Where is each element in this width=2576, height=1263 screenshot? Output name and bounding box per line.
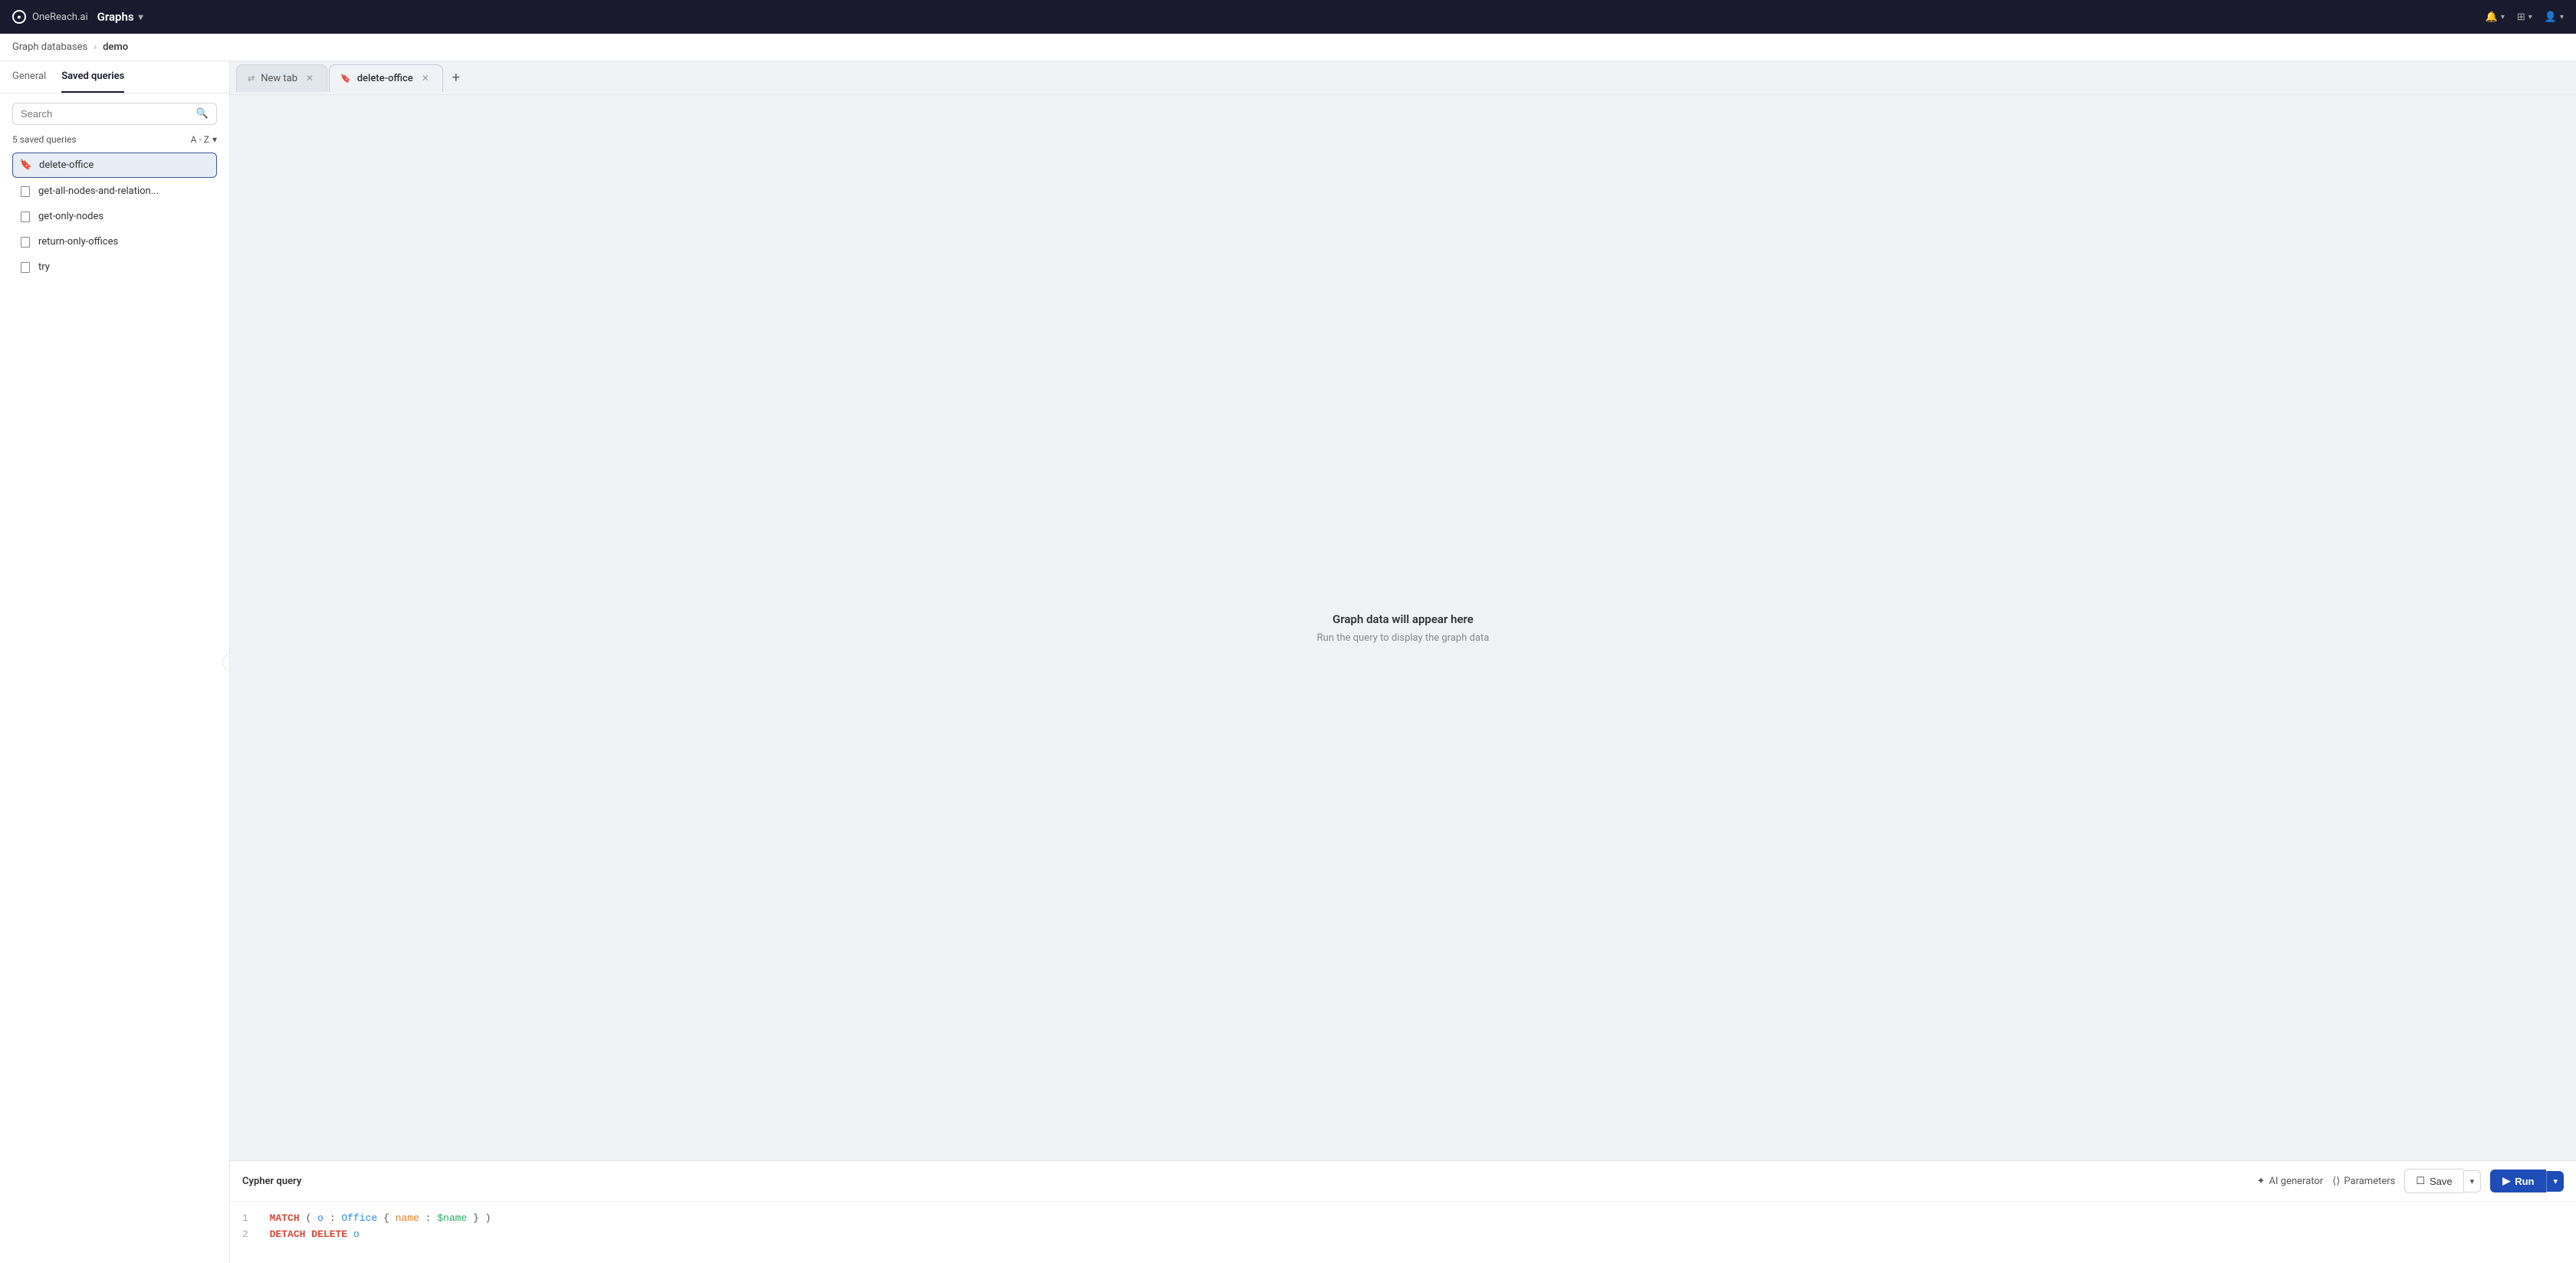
queries-count: 5 saved queries <box>12 134 77 145</box>
search-input[interactable] <box>21 108 196 120</box>
graph-area: Graph data will appear here Run the quer… <box>230 95 2576 1160</box>
user-menu-button[interactable]: 👤 ▾ <box>2545 11 2564 23</box>
sidebar: General Saved queries 🔍 5 saved queries … <box>0 61 230 1263</box>
apps-button[interactable]: ⊞ ▾ <box>2517 11 2532 23</box>
doc-icon-2 <box>20 237 31 248</box>
sort-button[interactable]: A - Z ▾ <box>191 134 217 145</box>
sort-dropdown-icon: ▾ <box>212 134 217 145</box>
add-tab-button[interactable]: + <box>445 67 468 90</box>
code-line-1: 1 MATCH ( o : Office { name : $name } ) <box>242 1211 2564 1227</box>
doc-icon-1 <box>20 212 31 222</box>
tab-general[interactable]: General <box>12 61 46 93</box>
tab-new-tab[interactable]: ⇄ New tab ✕ <box>236 64 327 92</box>
ai-icon: ✦ <box>2257 1176 2266 1187</box>
query-item-delete-office[interactable]: 🔖 delete-office <box>12 153 217 178</box>
sidebar-content: 🔍 5 saved queries A - Z ▾ 🔖 delete-offic… <box>0 93 229 1263</box>
save-button-group: ☐ Save ▾ <box>2404 1169 2481 1193</box>
query-item-get-all-nodes[interactable]: get-all-nodes-and-relation... <box>12 179 217 203</box>
doc-icon-3 <box>20 262 31 273</box>
content-area: ⇄ New tab ✕ 🔖 delete-office ✕ + Graph da… <box>230 61 2576 1263</box>
cypher-actions: ✦ AI generator ⟨⟩ Parameters ☐ Save ▾ <box>2257 1169 2564 1193</box>
app-title: Graphs ▾ <box>97 10 143 24</box>
topnav: ● OneReach.ai Graphs ▾ 🔔 ▾ ⊞ ▾ 👤 ▾ <box>0 0 2576 34</box>
graph-placeholder-title: Graph data will appear here <box>1332 612 1474 626</box>
run-button[interactable]: ▶ Run <box>2490 1170 2546 1192</box>
save-icon: ☐ <box>2416 1175 2425 1187</box>
share-icon: ⇄ <box>248 74 255 84</box>
queries-header: 5 saved queries A - Z ▾ <box>12 134 217 145</box>
breadcrumb-separator: › <box>94 41 97 53</box>
breadcrumb-current: demo <box>103 41 128 53</box>
cypher-title: Cypher query <box>242 1176 301 1187</box>
doc-icon-0 <box>20 186 31 197</box>
close-new-tab-button[interactable]: ✕ <box>304 72 316 84</box>
tab-saved-queries[interactable]: Saved queries <box>61 61 124 93</box>
main-layout: General Saved queries 🔍 5 saved queries … <box>0 61 2576 1263</box>
search-box: 🔍 <box>12 103 217 125</box>
parameters-button[interactable]: ⟨⟩ Parameters <box>2332 1176 2395 1187</box>
ai-generator-button[interactable]: ✦ AI generator <box>2257 1176 2324 1187</box>
logo-text: OneReach.ai <box>32 11 88 23</box>
logo: ● OneReach.ai <box>12 10 88 24</box>
save-dropdown-button[interactable]: ▾ <box>2463 1170 2482 1192</box>
tab-bookmark-icon: 🔖 <box>340 74 351 84</box>
bookmark-icon: 🔖 <box>21 160 31 171</box>
graph-placeholder-subtitle: Run the query to display the graph data <box>1317 632 1490 644</box>
cypher-code[interactable]: 1 MATCH ( o : Office { name : $name } ) <box>230 1202 2576 1263</box>
run-dropdown-button[interactable]: ▾ <box>2546 1171 2564 1192</box>
sidebar-tabs: General Saved queries <box>0 61 229 93</box>
notifications-button[interactable]: 🔔 ▾ <box>2486 11 2505 23</box>
run-icon: ▶ <box>2502 1175 2510 1187</box>
search-icon: 🔍 <box>196 108 209 120</box>
params-icon: ⟨⟩ <box>2332 1176 2340 1187</box>
tabs-bar: ⇄ New tab ✕ 🔖 delete-office ✕ + <box>230 61 2576 95</box>
breadcrumb: Graph databases › demo <box>0 34 2576 61</box>
query-item-try[interactable]: try <box>12 255 217 279</box>
query-item-get-only-nodes[interactable]: get-only-nodes <box>12 205 217 228</box>
breadcrumb-parent[interactable]: Graph databases <box>12 41 87 53</box>
tab-delete-office[interactable]: 🔖 delete-office ✕ <box>329 64 443 92</box>
query-item-return-only-offices[interactable]: return-only-offices <box>12 230 217 254</box>
save-button[interactable]: ☐ Save <box>2404 1169 2463 1193</box>
cypher-header: Cypher query ✦ AI generator ⟨⟩ Parameter… <box>230 1161 2576 1202</box>
logo-circle: ● <box>12 10 26 24</box>
cypher-area: Cypher query ✦ AI generator ⟨⟩ Parameter… <box>230 1160 2576 1263</box>
run-button-group: ▶ Run ▾ <box>2490 1170 2564 1192</box>
close-delete-office-tab-button[interactable]: ✕ <box>419 72 432 84</box>
title-dropdown-icon[interactable]: ▾ <box>139 11 143 22</box>
code-line-2: 2 DETACH DELETE o <box>242 1227 2564 1243</box>
